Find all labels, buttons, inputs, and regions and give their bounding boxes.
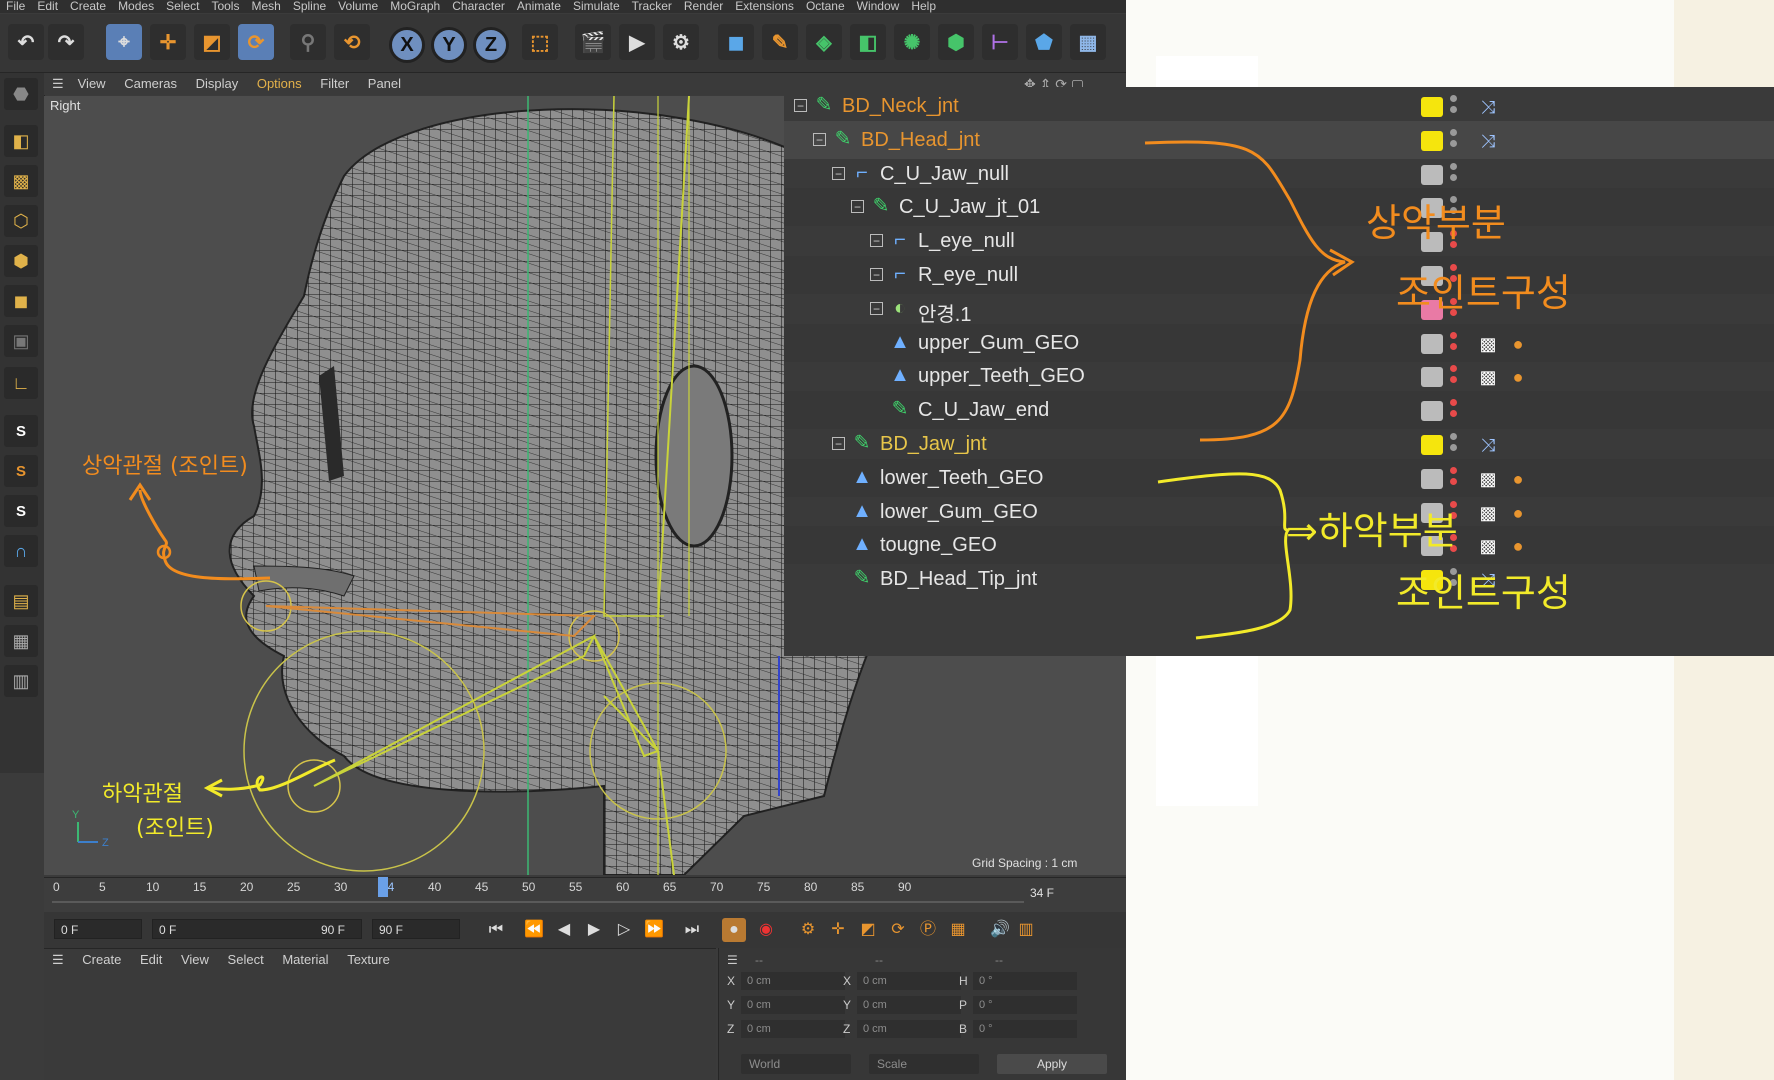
annotation-lower-joint-line2: (조인트) xyxy=(136,816,214,841)
annotation-lower-part-line2: 조인트구성 xyxy=(1396,571,1571,615)
annotation-upper-part-line1: 상악부분 xyxy=(1366,201,1506,245)
annotation-lower-joint-line1: 하악관절 xyxy=(102,782,183,807)
annotation-lower-part-line1: ⇒하악부분 xyxy=(1286,509,1458,553)
annotation-upper-joint: 상악관절 (조인트) xyxy=(82,454,248,479)
annotation-upper-part-line2: 조인트구성 xyxy=(1396,271,1571,315)
annotation-strokes xyxy=(128,140,1355,798)
